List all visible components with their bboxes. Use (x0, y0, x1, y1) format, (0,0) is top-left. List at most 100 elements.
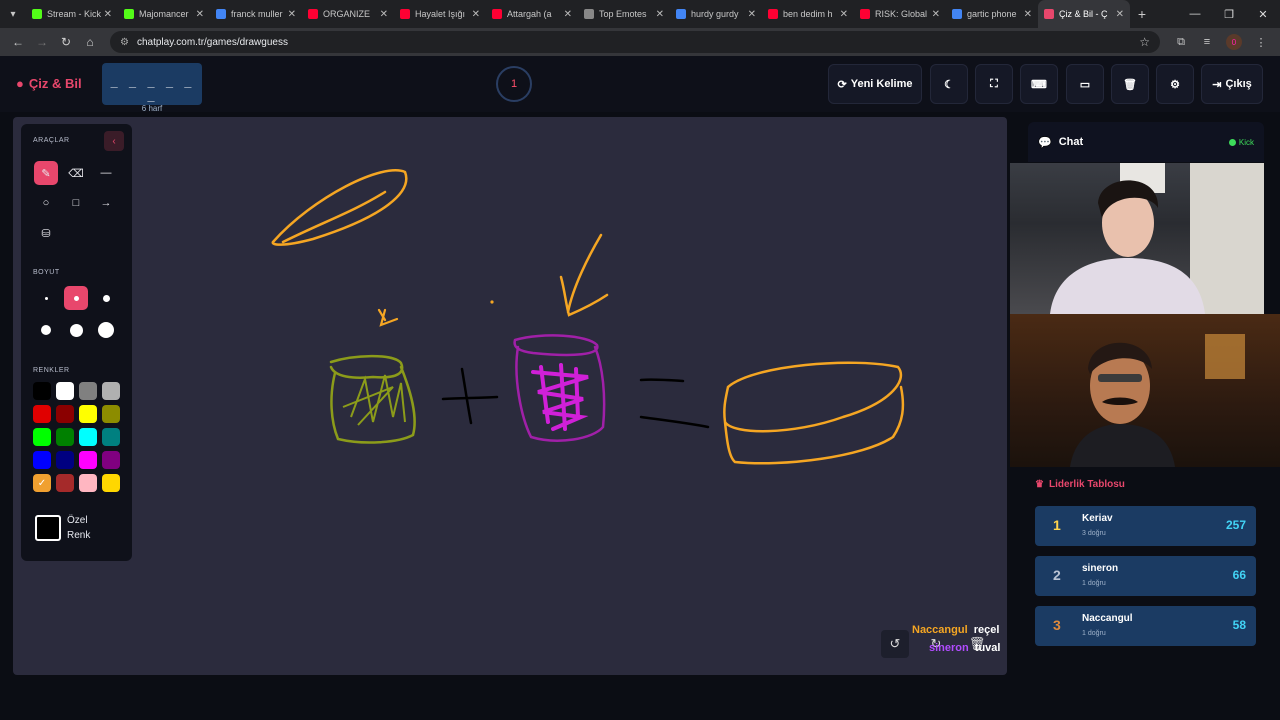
tab-close-icon[interactable]: ✕ (104, 9, 112, 20)
color-swatch[interactable] (33, 428, 51, 446)
tab-close-icon[interactable]: ✕ (1116, 9, 1124, 20)
guess-user: sineron (929, 642, 969, 654)
color-swatch-selected[interactable]: ✓ (33, 474, 51, 492)
custom-color-label-2: Renk (67, 530, 91, 541)
eraser-tool[interactable]: ⌫ (64, 161, 88, 185)
leaderboard-correct-count: 1 doğru (1082, 580, 1106, 587)
tab-close-icon[interactable]: ✕ (748, 9, 756, 20)
drawing-canvas[interactable] (13, 117, 1007, 675)
fill-tool[interactable]: ⛁ (34, 221, 58, 245)
browser-tab[interactable]: Çiz & Bil - Ç ✕ (1038, 0, 1130, 28)
tab-close-icon[interactable]: ✕ (196, 9, 204, 20)
circle-tool[interactable]: ○ (34, 191, 58, 215)
media-icon[interactable]: ≡ (1194, 36, 1220, 48)
browser-tab[interactable]: hurdy gurdy ✕ (670, 0, 762, 28)
color-swatch[interactable] (56, 451, 74, 469)
color-swatch[interactable] (33, 451, 51, 469)
color-swatch[interactable] (33, 405, 51, 423)
tab-close-icon[interactable]: ✕ (840, 9, 848, 20)
tab-search-icon[interactable]: ▾ (0, 0, 26, 28)
palette-icon: ● (16, 76, 24, 91)
close-window-icon[interactable]: ✕ (1246, 8, 1280, 21)
color-swatch[interactable] (102, 428, 120, 446)
color-swatch[interactable] (56, 382, 74, 400)
brush-size-3[interactable] (94, 286, 118, 310)
color-swatch[interactable] (33, 382, 51, 400)
browser-tab[interactable]: Majomancer ✕ (118, 0, 210, 28)
settings-button[interactable]: ⚙ (1156, 64, 1194, 104)
color-swatch[interactable] (102, 474, 120, 492)
line-tool[interactable]: — (94, 161, 118, 185)
brush-size-2[interactable] (64, 286, 88, 310)
rectangle-tool[interactable]: □ (64, 191, 88, 215)
tab-close-icon[interactable]: ✕ (380, 9, 388, 20)
leaderboard-title-text: Liderlik Tablosu (1048, 479, 1125, 490)
color-swatch[interactable] (102, 405, 120, 423)
tab-close-icon[interactable]: ✕ (932, 9, 940, 20)
word-length-hint: 6 harf (141, 104, 163, 113)
delete-button[interactable]: 🗑 (1111, 64, 1149, 104)
keyboard-button[interactable]: ⌨ (1020, 64, 1058, 104)
back-icon[interactable]: ← (6, 35, 30, 49)
app-logo[interactable]: ● Çiz & Bil (16, 76, 82, 91)
tab-close-icon[interactable]: ✕ (1024, 9, 1032, 20)
color-swatch[interactable] (56, 405, 74, 423)
new-word-button[interactable]: ⟳ Yeni Kelime (828, 64, 922, 104)
reload-icon[interactable]: ↻ (54, 35, 78, 49)
browser-tab[interactable]: Attargah (a ✕ (486, 0, 578, 28)
browser-tab[interactable]: ben dedim h ✕ (762, 0, 854, 28)
round-timer: 1 (496, 66, 532, 102)
forward-icon[interactable]: → (30, 35, 54, 49)
arrow-tool[interactable]: → (94, 191, 118, 215)
browser-tab[interactable]: Top Emotes ✕ (578, 0, 670, 28)
color-swatch[interactable] (102, 451, 120, 469)
webcam-feed-1 (1010, 163, 1264, 314)
theme-toggle-button[interactable]: ☾ (930, 64, 968, 104)
brush-size-5[interactable] (64, 318, 88, 342)
brush-size-4[interactable] (34, 318, 58, 342)
bookmark-star-icon[interactable]: ☆ (1139, 35, 1150, 49)
browser-tab[interactable]: franck muller ✕ (210, 0, 302, 28)
tab-close-icon[interactable]: ✕ (656, 9, 664, 20)
color-swatch[interactable] (56, 428, 74, 446)
custom-color-button[interactable]: Özel Renk (35, 508, 125, 548)
browser-toolbar: ← → ↻ ⌂ ⚙ chatplay.com.tr/games/drawgues… (0, 28, 1280, 56)
color-swatch[interactable] (102, 382, 120, 400)
collapse-panel-button[interactable]: ‹ (104, 131, 124, 151)
leaderboard-name: Naccangul (1082, 613, 1133, 624)
color-swatch[interactable] (56, 474, 74, 492)
tab-close-icon[interactable]: ✕ (288, 9, 296, 20)
address-bar[interactable]: ⚙ chatplay.com.tr/games/drawguess ☆ (110, 31, 1160, 53)
new-tab-button[interactable]: + (1130, 6, 1154, 22)
color-swatch[interactable] (79, 474, 97, 492)
pen-tool[interactable]: ✎ (34, 161, 58, 185)
undo-icon: ↺ (889, 636, 901, 651)
browser-tab[interactable]: gartic phone ✕ (946, 0, 1038, 28)
tab-close-icon[interactable]: ✕ (564, 9, 572, 20)
archive-button[interactable]: ▭ (1066, 64, 1104, 104)
browser-tab[interactable]: ORGANIZE ✕ (302, 0, 394, 28)
drawing-seed (271, 169, 408, 246)
tab-close-icon[interactable]: ✕ (472, 9, 480, 20)
drawing-dot (490, 300, 494, 304)
browser-tab[interactable]: RISK: Global ✕ (854, 0, 946, 28)
maximize-icon[interactable]: ❐ (1212, 8, 1246, 21)
color-swatch[interactable] (79, 405, 97, 423)
color-swatch[interactable] (79, 451, 97, 469)
undo-button[interactable]: ↺ (881, 630, 909, 658)
tab-title: gartic phone (967, 9, 1017, 19)
browser-tab[interactable]: Stream - Kick ✕ (26, 0, 118, 28)
color-swatch[interactable] (79, 428, 97, 446)
brush-size-6[interactable] (94, 318, 118, 342)
browser-menu-icon[interactable]: ⋮ (1248, 36, 1274, 49)
color-swatch[interactable] (79, 382, 97, 400)
brush-size-1[interactable] (34, 286, 58, 310)
minimize-icon[interactable]: — (1178, 8, 1212, 21)
profile-avatar[interactable]: 0 (1226, 34, 1242, 50)
browser-tab[interactable]: Hayalet Işığı ✕ (394, 0, 486, 28)
home-icon[interactable]: ⌂ (78, 35, 102, 49)
extensions-icon[interactable]: ⧉ (1168, 36, 1194, 49)
exit-button[interactable]: ⇥ Çıkış (1201, 64, 1263, 104)
site-info-icon[interactable]: ⚙ (120, 37, 129, 48)
fullscreen-button[interactable]: ⛶ (975, 64, 1013, 104)
